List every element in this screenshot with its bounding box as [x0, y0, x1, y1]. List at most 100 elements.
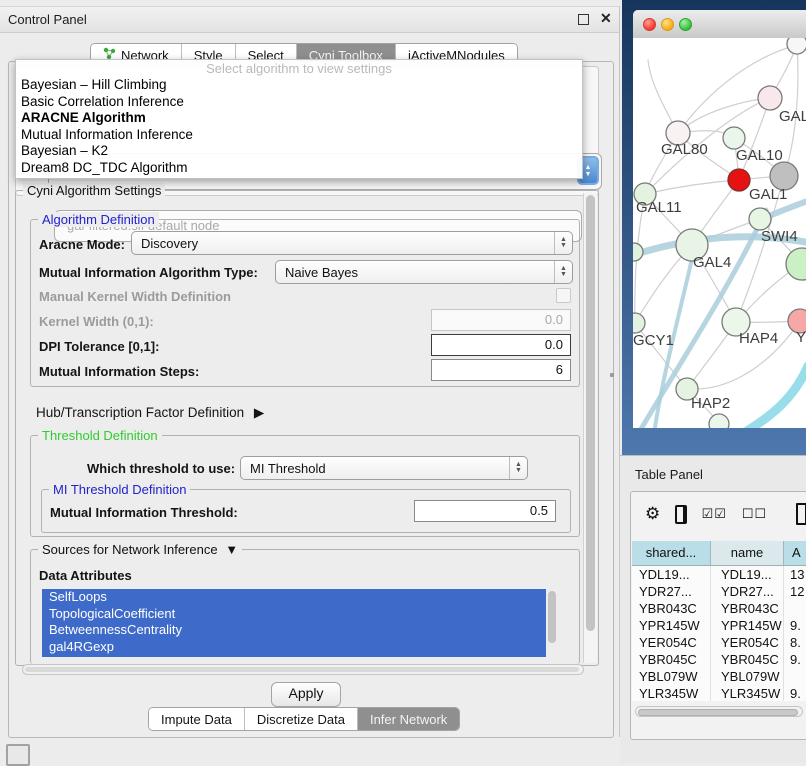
table-cell[interactable]: 9. [784, 685, 806, 701]
tab-discretize-data[interactable]: Discretize Data [244, 708, 357, 730]
aracne-mode-label: Aracne Mode: [39, 237, 125, 252]
network-node[interactable] [709, 414, 729, 428]
table-cell[interactable]: 13 [784, 566, 806, 583]
settings-vscrollbar-thumb[interactable] [586, 195, 595, 631]
table-cell[interactable]: YDR27... [711, 583, 784, 600]
attribute-list-item[interactable]: BetweennessCentrality [42, 622, 558, 639]
panel-splitter-handle[interactable] [610, 373, 614, 377]
mi-type-combo[interactable]: Naive Bayes ▲▼ [275, 260, 573, 284]
table-row[interactable]: YDR27...YDR27...12 [632, 583, 806, 600]
algorithm-option[interactable]: ARACNE Algorithm [16, 110, 582, 127]
settings-hscrollbar-thumb[interactable] [25, 667, 579, 672]
table-cell[interactable]: YBL079W [632, 668, 711, 685]
attribute-list-item[interactable]: SelfLoops [42, 589, 558, 606]
network-node[interactable] [723, 127, 745, 149]
algorithm-option[interactable]: Bayesian – Hill Climbing [16, 77, 582, 94]
cyni-bottom-tabbar: Impute Data Discretize Data Infer Networ… [148, 707, 460, 731]
close-traffic-light[interactable] [643, 18, 656, 31]
table-cell[interactable]: YDL19... [711, 566, 784, 583]
table-cell[interactable] [784, 668, 806, 685]
table-cell[interactable]: 12 [784, 583, 806, 600]
algorithm-option[interactable]: Basic Correlation Inference [16, 94, 582, 111]
which-threshold-combo[interactable]: MI Threshold ▲▼ [240, 456, 528, 480]
float-window-icon[interactable] [578, 14, 589, 25]
network-edge[interactable] [742, 366, 806, 428]
algorithm-option[interactable]: Dream8 DC_TDC Algorithm [16, 160, 582, 177]
table-cell[interactable]: YBR043C [711, 600, 784, 617]
table-cell[interactable]: YDR27... [632, 583, 711, 600]
table-cell[interactable]: YLR345W [711, 685, 784, 701]
tab-infer-network[interactable]: Infer Network [357, 708, 459, 730]
split-columns-icon[interactable] [675, 505, 686, 524]
gear-icon[interactable]: ⚙ [645, 504, 660, 524]
table-cell[interactable]: YDL19... [632, 566, 711, 583]
table-row[interactable]: YDL19...YDL19...13 [632, 566, 806, 583]
data-attributes-list[interactable]: SelfLoopsTopologicalCoefficientBetweenne… [42, 589, 558, 657]
bottom-corner-icon[interactable] [6, 744, 30, 766]
table-hscrollbar-thumb[interactable] [638, 709, 798, 716]
attribute-list-item[interactable]: TopologicalCoefficient [42, 606, 558, 623]
aracne-mode-combo[interactable]: Discovery ▲▼ [131, 231, 573, 255]
table-cell[interactable] [784, 600, 806, 617]
table-cell[interactable]: YPR145W [632, 617, 711, 634]
algorithm-dropdown-popup: Select algorithm to view settings Bayesi… [15, 59, 583, 179]
attributes-vscrollbar[interactable] [546, 589, 558, 657]
algorithm-definition-group: Algorithm Definition Aracne Mode: Discov… [30, 219, 580, 387]
table-cell[interactable]: YBR043C [632, 600, 711, 617]
new-document-icon[interactable] [796, 503, 806, 525]
table-cell[interactable]: YPR145W [711, 617, 784, 634]
chevron-updown-icon: ▲▼ [554, 261, 572, 283]
deselect-all-icon[interactable]: ☐☐ [742, 506, 767, 522]
table-row[interactable]: YBL079WYBL079W [632, 668, 806, 685]
table-cell[interactable]: 9. [784, 651, 806, 668]
zoom-traffic-light[interactable] [679, 18, 692, 31]
network-node[interactable] [758, 86, 782, 110]
tab-impute-data[interactable]: Impute Data [149, 708, 244, 730]
mi-steps-field[interactable]: 6 [431, 359, 571, 381]
hub-definition-toggle[interactable]: Hub/Transcription Factor Definition ▶ [36, 405, 264, 421]
table-row[interactable]: YBR043CYBR043C [632, 600, 806, 617]
network-node[interactable] [728, 169, 750, 191]
column-header-name[interactable]: name [711, 541, 784, 565]
table-cell[interactable]: YBR045C [711, 651, 784, 668]
table-cell[interactable]: YBL079W [711, 668, 784, 685]
dpi-tolerance-field[interactable]: 0.0 [431, 334, 571, 356]
table-cell[interactable]: 9. [784, 617, 806, 634]
table-header-row: shared... name A [632, 541, 806, 566]
network-node[interactable] [633, 313, 645, 333]
table-cell[interactable]: 8. [784, 634, 806, 651]
select-all-icon[interactable]: ☑☑ [702, 506, 727, 522]
column-header-third[interactable]: A [784, 541, 806, 565]
table-row[interactable]: YLR345WYLR345W9. [632, 685, 806, 701]
table-cell[interactable]: YLR345W [632, 685, 711, 701]
cyni-toolbox-panel: ▲▼ gal-filtered.sif default node Select … [8, 61, 614, 738]
apply-button[interactable]: Apply [271, 682, 341, 707]
table-row[interactable]: YER054CYER054C8. [632, 634, 806, 651]
network-node[interactable] [786, 248, 806, 280]
network-edge[interactable] [645, 180, 739, 194]
minimize-traffic-light[interactable] [661, 18, 674, 31]
network-node[interactable] [633, 243, 643, 261]
table-hscrollbar[interactable] [635, 706, 803, 717]
column-header-shared-name[interactable]: shared... [632, 541, 711, 565]
close-icon[interactable]: ✕ [600, 13, 611, 24]
attributes-vscrollbar-thumb[interactable] [548, 591, 556, 643]
network-node[interactable] [787, 38, 806, 54]
mi-threshold-field[interactable]: 0.5 [414, 500, 556, 522]
kernel-width-field[interactable]: 0.0 [431, 309, 571, 331]
sources-group-title[interactable]: Sources for Network Inference ▼ [38, 542, 242, 557]
table-cell[interactable]: YBR045C [632, 651, 711, 668]
table-cell[interactable]: YER054C [711, 634, 784, 651]
network-window-titlebar[interactable] [633, 10, 806, 39]
table-cell[interactable]: YER054C [632, 634, 711, 651]
algorithm-option[interactable]: Bayesian – K2 [16, 143, 582, 160]
manual-kernel-checkbox[interactable] [556, 288, 571, 303]
settings-vscrollbar[interactable] [583, 193, 597, 663]
network-canvas[interactable]: GALGAL80GAL10GAL1GAL11SWI4GAL4GCY1HAP4YH… [633, 38, 806, 428]
network-node[interactable] [749, 208, 771, 230]
attribute-list-item[interactable]: gal4RGexp [42, 639, 558, 656]
settings-hscrollbar[interactable] [22, 664, 584, 675]
algorithm-option[interactable]: Mutual Information Inference [16, 127, 582, 144]
table-row[interactable]: YBR045CYBR045C9. [632, 651, 806, 668]
table-row[interactable]: YPR145WYPR145W9. [632, 617, 806, 634]
